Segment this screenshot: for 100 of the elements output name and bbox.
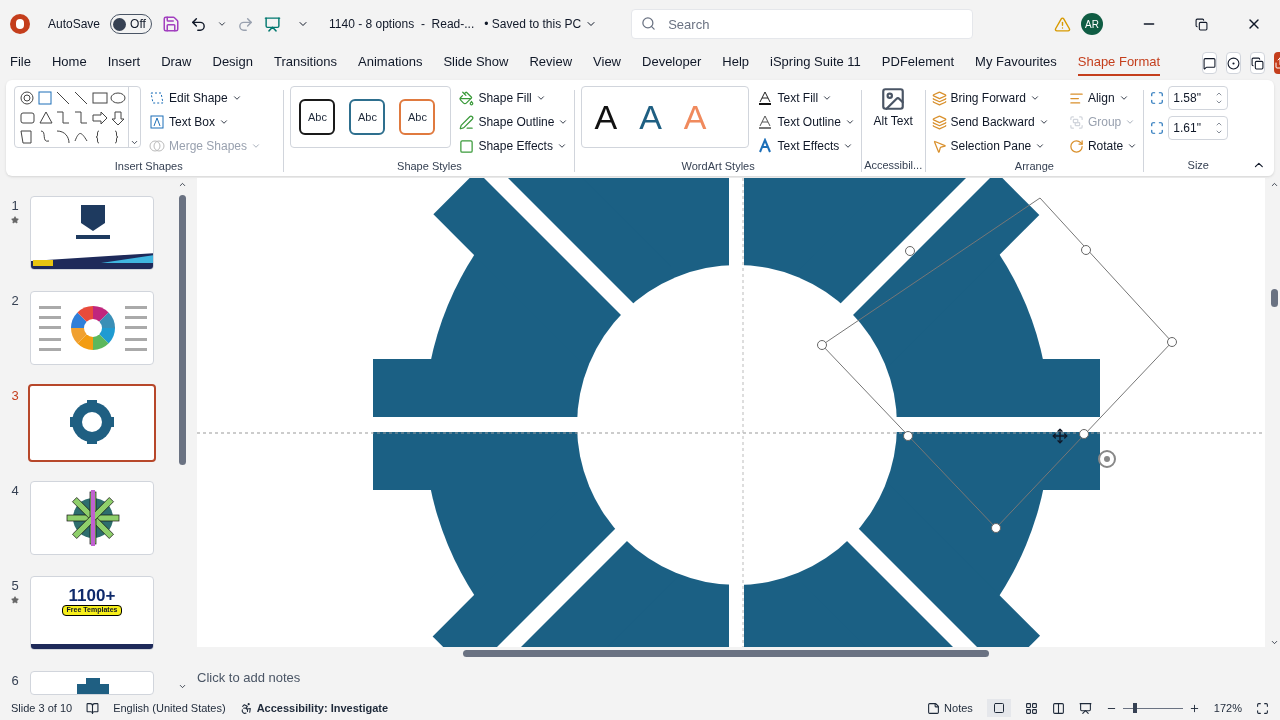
paint-bucket-icon xyxy=(459,90,475,106)
caret-icon xyxy=(556,141,567,151)
comments-button[interactable] xyxy=(1202,52,1218,74)
group-label: Size xyxy=(1186,157,1210,173)
text-box-icon xyxy=(149,114,165,130)
ribbon-command[interactable]: Align xyxy=(1068,86,1138,110)
wordart-gallery[interactable]: A A A xyxy=(581,86,750,148)
style-preset[interactable]: Abc xyxy=(299,99,336,135)
ribbon-command[interactable]: Shape Fill xyxy=(459,86,569,110)
ribbon-tab[interactable]: iSpring Suite 11 xyxy=(770,50,861,76)
presentation-icon[interactable] xyxy=(264,15,282,33)
ribbon-tab[interactable]: Animations xyxy=(358,50,423,76)
teams-button[interactable] xyxy=(1250,52,1266,74)
app-logo-icon xyxy=(10,14,30,34)
scroll-down-icon[interactable] xyxy=(1269,638,1279,647)
group-label: Insert Shapes xyxy=(113,159,184,174)
ribbon-command[interactable]: Shape Outline xyxy=(459,110,569,134)
shape-gallery[interactable] xyxy=(14,86,141,148)
save-icon[interactable] xyxy=(162,15,181,33)
slide-number: 4 xyxy=(11,482,19,500)
caret-icon xyxy=(1035,141,1046,151)
gallery-more-icon[interactable] xyxy=(130,138,139,147)
spinner-icon[interactable] xyxy=(1215,90,1224,106)
scroll-down-icon[interactable] xyxy=(177,682,187,691)
slide-sorter-icon[interactable] xyxy=(1024,701,1038,715)
alt-text-button[interactable]: Alt Text xyxy=(871,86,916,157)
size-field[interactable]: 1.58" xyxy=(1168,86,1229,110)
ribbon-tab[interactable]: Slide Show xyxy=(443,50,509,76)
send-backward-icon xyxy=(931,114,947,130)
caret-icon xyxy=(231,93,242,103)
caret-icon xyxy=(843,141,854,151)
zoom-in-icon[interactable] xyxy=(1188,702,1200,714)
slide-canvas[interactable] xyxy=(197,178,1265,647)
size-field[interactable]: 1.61" xyxy=(1168,116,1229,140)
zoom-thumb[interactable] xyxy=(1132,703,1137,713)
normal-view-button[interactable] xyxy=(986,699,1011,717)
scrollbar-thumb[interactable] xyxy=(178,195,186,465)
ribbon-command[interactable]: Rotate xyxy=(1068,134,1138,158)
ribbon-tab[interactable]: Developer xyxy=(642,50,702,76)
slide-thumbnail-headline: 1100+ xyxy=(68,587,116,604)
ribbon-tab[interactable]: Design xyxy=(212,50,253,76)
caret-icon[interactable] xyxy=(217,19,228,29)
ribbon-command[interactable]: Text Outline xyxy=(757,110,855,134)
wordart-preset[interactable]: A xyxy=(639,100,662,134)
edit-shape-icon xyxy=(149,90,165,106)
spelling-icon[interactable] xyxy=(86,701,100,715)
scroll-up-icon[interactable] xyxy=(177,180,187,189)
rotate-icon xyxy=(1068,138,1084,154)
group-label: Arrange xyxy=(1013,159,1055,174)
accessibility-button[interactable]: Accessibility: Investigate xyxy=(239,699,389,717)
caret-icon xyxy=(1038,117,1049,127)
ribbon-tab[interactable]: Home xyxy=(51,50,87,76)
style-preset[interactable]: Abc xyxy=(399,99,436,135)
reading-view-icon[interactable] xyxy=(1051,701,1065,715)
ribbon-command[interactable]: Send Backward xyxy=(931,110,1059,134)
ribbon-tab[interactable]: PDFelement xyxy=(881,50,955,76)
style-preset[interactable]: Abc xyxy=(349,99,386,135)
ribbon-command[interactable]: Text Fill xyxy=(757,86,855,110)
ribbon-tab[interactable]: View xyxy=(593,50,621,76)
ribbon-command[interactable]: Bring Forward xyxy=(931,86,1059,110)
ribbon-tab[interactable]: Help xyxy=(722,50,750,76)
slide-number: 6 xyxy=(11,672,19,690)
slideshow-icon[interactable] xyxy=(1078,701,1092,715)
avatar[interactable]: AR xyxy=(1081,13,1103,35)
ribbon-tab[interactable]: Shape Format xyxy=(1077,50,1161,76)
caret-icon xyxy=(558,117,569,127)
style-gallery[interactable]: Abc Abc Abc xyxy=(290,86,452,148)
record-button[interactable] xyxy=(1226,52,1242,74)
caret-icon xyxy=(1127,141,1138,151)
fit-to-window-icon[interactable] xyxy=(1256,701,1269,715)
caret-icon xyxy=(535,93,546,103)
scrollbar-thumb[interactable] xyxy=(1270,289,1278,307)
notes-button[interactable]: Notes xyxy=(927,699,973,717)
ribbon-tab[interactable]: File xyxy=(10,50,31,76)
scrollbar-thumb[interactable] xyxy=(463,650,989,657)
spinner-icon[interactable] xyxy=(1215,120,1224,136)
copy-icon xyxy=(1251,56,1265,70)
ribbon-tab[interactable]: Draw xyxy=(161,50,192,76)
caret-icon xyxy=(844,117,855,127)
slide-thumbnail[interactable] xyxy=(28,384,156,462)
restore-icon[interactable] xyxy=(1195,17,1208,31)
pen-icon xyxy=(459,114,475,130)
ribbon-tab[interactable]: My Favourites xyxy=(975,50,1057,76)
undo-icon[interactable] xyxy=(190,15,208,33)
ribbon-tab[interactable]: Insert xyxy=(107,50,141,76)
wordart-preset[interactable]: A xyxy=(594,100,618,134)
ribbon-command[interactable]: Text Box xyxy=(149,110,262,134)
save-status[interactable]: • Saved to this PC xyxy=(484,15,598,33)
ribbon-command[interactable]: Text Effects xyxy=(757,134,855,158)
zoom-level[interactable]: 172% xyxy=(1213,699,1242,717)
zoom-slider[interactable] xyxy=(1122,703,1183,713)
notes-placeholder[interactable]: Click to add notes xyxy=(197,668,301,688)
ribbon-command[interactable]: Selection Pane xyxy=(931,134,1059,158)
ribbon-command[interactable]: Edit Shape xyxy=(149,86,262,110)
ribbon-tab[interactable]: Review xyxy=(529,50,573,76)
search-field[interactable]: Search xyxy=(631,9,974,39)
ribbon-tab[interactable]: Transitions xyxy=(273,50,338,76)
language-label[interactable]: English (United States) xyxy=(113,699,226,717)
ribbon-command[interactable]: Shape Effects xyxy=(459,134,569,158)
scroll-up-icon[interactable] xyxy=(1269,180,1279,189)
